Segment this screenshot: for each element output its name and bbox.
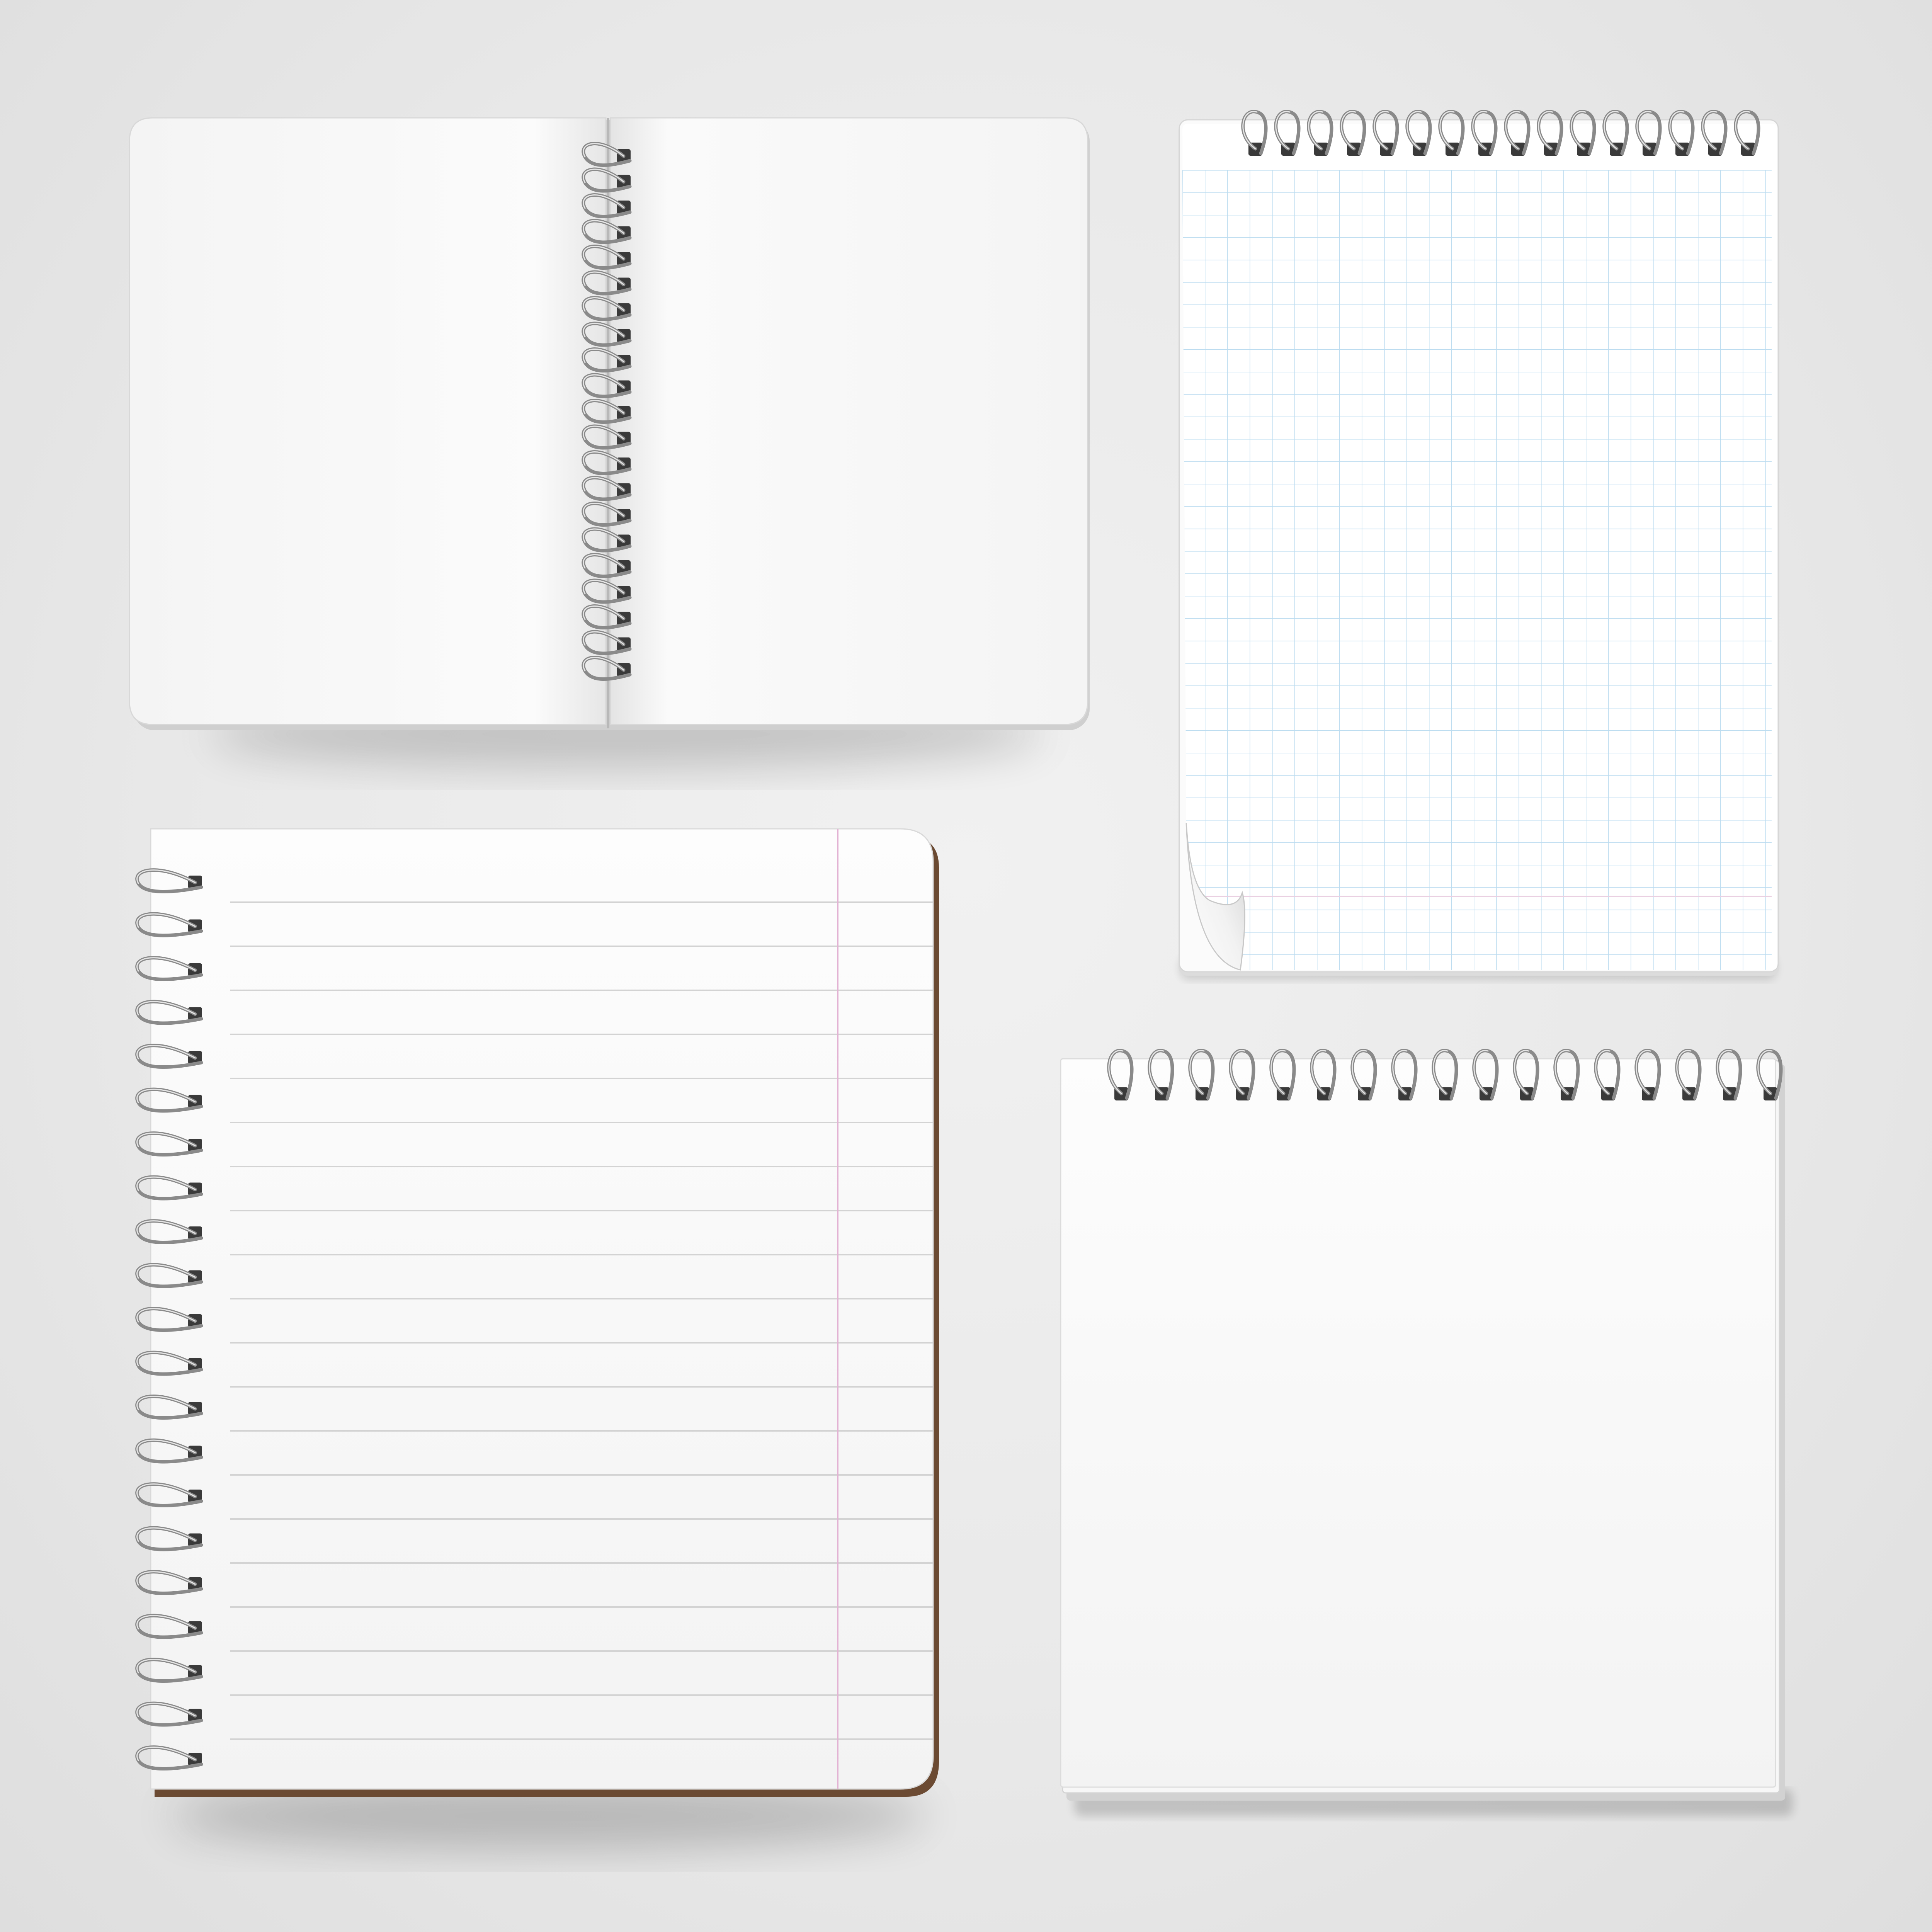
open-spiral-notebook: [129, 117, 1090, 769]
grid-lines: [1182, 170, 1772, 970]
blank-sheet: [1060, 1058, 1776, 1788]
ruled-page: [150, 828, 934, 1790]
blank-spiral-notepad: [1060, 1049, 1793, 1816]
left-page: [129, 117, 607, 725]
notebook-mockup-scene: [129, 110, 1793, 1851]
lined-spiral-notebook: [135, 828, 939, 1851]
right-page: [610, 117, 1088, 725]
grid-spiral-notepad: [1179, 110, 1779, 980]
